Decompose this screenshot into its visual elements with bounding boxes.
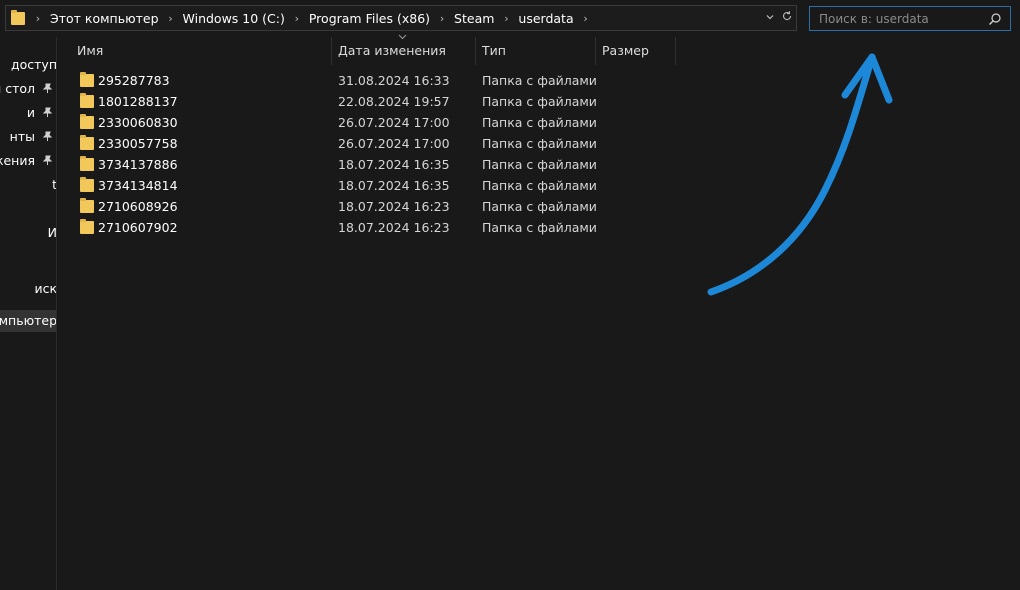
search-icon[interactable]: [988, 12, 1002, 26]
folder-icon: [80, 72, 94, 87]
pin-icon: [42, 131, 53, 141]
breadcrumb-program-files[interactable]: Program Files (x86): [304, 11, 435, 26]
sidebar-item-downloads[interactable]: и: [0, 102, 56, 124]
file-date-modified: 26.07.2024 17:00: [338, 136, 450, 151]
sidebar-item-this-pc[interactable]: омпьютер: [0, 310, 56, 332]
folder-icon: [11, 9, 25, 25]
file-date-modified: 31.08.2024 16:33: [338, 73, 450, 88]
column-header-type[interactable]: Тип: [476, 37, 596, 65]
file-date-modified: 18.07.2024 16:35: [338, 178, 450, 193]
file-name: 3734134814: [98, 178, 178, 193]
pin-icon: [42, 155, 53, 165]
chevron-right-icon[interactable]: ›: [579, 12, 593, 25]
table-row[interactable]: 2710607902 18.07.2024 16:23 Папка с файлам…: [58, 217, 1020, 238]
file-name: 2330060830: [98, 115, 178, 130]
table-row[interactable]: 2710608926 18.07.2024 16:23 Папка с файлам…: [58, 196, 1020, 217]
chevron-right-icon[interactable]: ›: [435, 12, 449, 25]
sidebar-item-documents[interactable]: нты: [0, 126, 56, 148]
chevron-right-icon[interactable]: ›: [499, 12, 513, 25]
file-date-modified: 18.07.2024 16:23: [338, 199, 450, 214]
sidebar-item-desktop[interactable]: й стол: [0, 78, 56, 100]
sidebar-item-quick-access[interactable]: доступ: [0, 54, 56, 76]
breadcrumb-steam[interactable]: Steam: [449, 11, 499, 26]
navigation-pane: доступ й стол и нты жения t И иск омпьют…: [0, 37, 57, 590]
file-type: Папка с файлами: [482, 220, 597, 235]
table-row[interactable]: 3734137886 18.07.2024 16:35 Папка с файлам…: [58, 154, 1020, 175]
table-row[interactable]: 295287783 31.08.2024 16:33 Папка с файлами: [58, 70, 1020, 91]
file-name: 2330057758: [98, 136, 178, 151]
file-type: Папка с файлами: [482, 94, 597, 109]
file-type: Папка с файлами: [482, 136, 597, 151]
table-row[interactable]: 1801288137 22.08.2024 19:57 Папка с файлам…: [58, 91, 1020, 112]
column-header-row: Имя Дата изменения Тип Размер: [58, 34, 1020, 65]
file-date-modified: 26.07.2024 17:00: [338, 115, 450, 130]
column-header-date-modified[interactable]: Дата изменения: [332, 37, 476, 65]
chevron-right-icon[interactable]: ›: [31, 12, 45, 25]
breadcrumb-this-pc[interactable]: Этот компьютер: [45, 11, 164, 26]
pin-icon: [42, 107, 53, 117]
folder-icon: [80, 219, 94, 234]
column-header-size[interactable]: Размер: [596, 37, 676, 65]
column-header-name[interactable]: Имя: [71, 37, 332, 65]
address-bar[interactable]: › Этот компьютер › Windows 10 (C:) › Pro…: [5, 5, 797, 31]
folder-icon: [80, 93, 94, 108]
file-name: 2710607902: [98, 220, 178, 235]
chevron-right-icon[interactable]: ›: [164, 12, 178, 25]
folder-icon: [80, 156, 94, 171]
file-name: 1801288137: [98, 94, 178, 109]
file-type: Папка с файлами: [482, 199, 597, 214]
file-type: Папка с файлами: [482, 178, 597, 193]
top-bar: › Этот компьютер › Windows 10 (C:) › Pro…: [0, 0, 1020, 37]
table-row[interactable]: 3734134814 18.07.2024 16:35 Папка с файлам…: [58, 175, 1020, 196]
breadcrumb-userdata[interactable]: userdata: [513, 11, 578, 26]
file-date-modified: 22.08.2024 19:57: [338, 94, 450, 109]
sidebar-item-pictures[interactable]: жения: [0, 150, 56, 172]
chevron-right-icon[interactable]: ›: [290, 12, 304, 25]
search-input[interactable]: [819, 11, 984, 26]
file-name: 3734137886: [98, 157, 178, 172]
refresh-icon[interactable]: [778, 10, 796, 26]
file-name: 2710608926: [98, 199, 178, 214]
table-row[interactable]: 2330057758 26.07.2024 17:00 Папка с файлам…: [58, 133, 1020, 154]
file-type: Папка с файлами: [482, 157, 597, 172]
folder-icon: [80, 198, 94, 213]
chevron-down-icon[interactable]: [762, 12, 778, 25]
folder-icon: [80, 114, 94, 129]
sidebar-item-folder[interactable]: t: [0, 174, 56, 196]
file-type: Папка с файлами: [482, 115, 597, 130]
breadcrumb-drive-c[interactable]: Windows 10 (C:): [178, 11, 290, 26]
file-type: Папка с файлами: [482, 73, 597, 88]
file-date-modified: 18.07.2024 16:23: [338, 220, 450, 235]
folder-icon: [80, 177, 94, 192]
file-rows: 295287783 31.08.2024 16:33 Папка с файлами…: [58, 70, 1020, 238]
folder-icon: [80, 135, 94, 150]
file-date-modified: 18.07.2024 16:35: [338, 157, 450, 172]
sidebar-item-folder[interactable]: И: [0, 222, 56, 244]
search-box[interactable]: [809, 6, 1011, 31]
table-row[interactable]: 2330060830 26.07.2024 17:00 Папка с файлам…: [58, 112, 1020, 133]
file-name: 295287783: [98, 73, 170, 88]
sidebar-item-disk[interactable]: иск: [0, 278, 56, 300]
file-list: Имя Дата изменения Тип Размер 295287783 3…: [58, 34, 1020, 590]
pin-icon: [42, 83, 53, 93]
